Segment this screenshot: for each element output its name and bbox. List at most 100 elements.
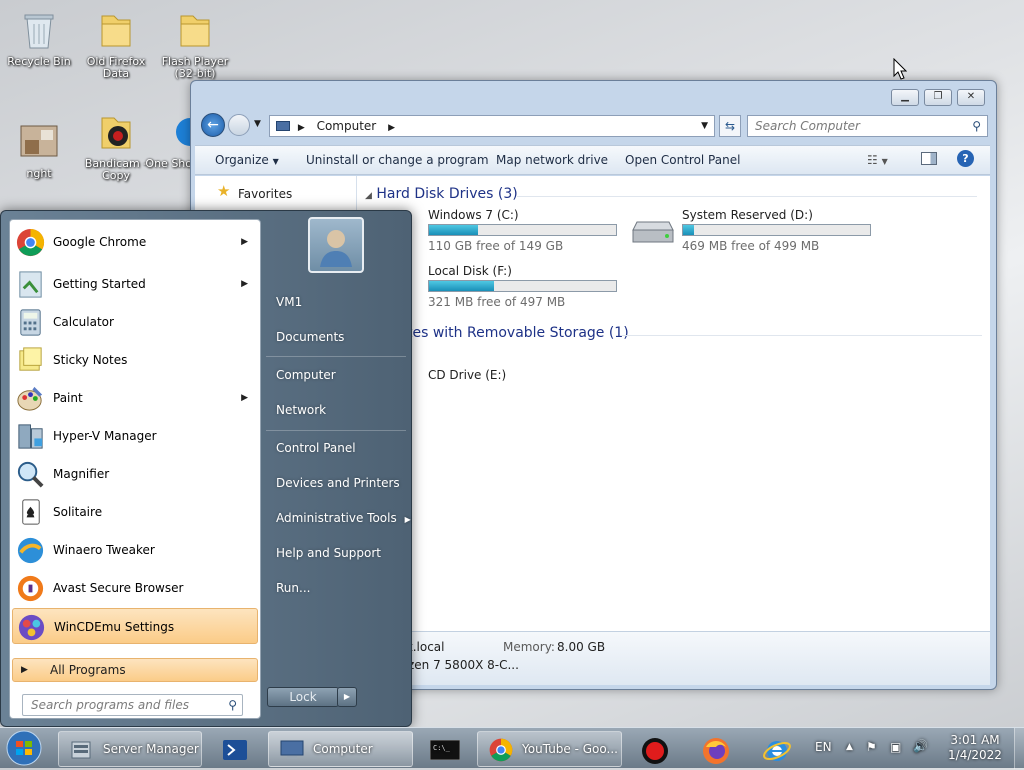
recent-pages-chevron-icon[interactable]: ▼ — [254, 119, 261, 129]
desktop-icon-recycle-bin[interactable]: Recycle Bin — [2, 8, 76, 68]
close-button[interactable]: ✕ — [957, 89, 985, 106]
desktop-icon-old-firefox-data[interactable]: Old Firefox Data — [79, 8, 153, 80]
start-button[interactable] — [4, 729, 48, 769]
all-programs-button[interactable]: ▶ All Programs — [12, 658, 258, 682]
folder-icon — [101, 117, 131, 149]
nav-favorites[interactable]: Favorites — [238, 187, 292, 201]
action-center-flag-icon[interactable]: ⚑ — [866, 740, 877, 754]
minimize-button[interactable]: ▁ — [891, 89, 919, 106]
start-item-network[interactable]: Network — [276, 403, 326, 417]
drive-usage-fill — [429, 225, 478, 235]
help-icon[interactable]: ? — [957, 150, 974, 167]
lock-button[interactable]: Lock — [267, 687, 339, 707]
volume-icon[interactable]: 🔊 — [913, 739, 928, 753]
taskbar-command-prompt[interactable]: C:\_ — [418, 731, 472, 767]
avast-browser-icon — [17, 575, 44, 602]
desktop-icon-label: One Sho — [145, 157, 192, 170]
chrome-icon — [489, 738, 513, 762]
taskbar-firefox[interactable] — [688, 731, 742, 767]
group-header-removable[interactable]: tes with Removable Storage (1) — [407, 325, 629, 341]
search-input[interactable]: Search Computer ⚲ — [747, 115, 988, 137]
program-item-wincdemu-settings[interactable]: WinCDEmu Settings — [12, 608, 258, 644]
drive-item-d[interactable]: System Reserved (D:) 469 MB free of 499 … — [627, 206, 887, 258]
group-divider — [517, 196, 977, 197]
start-search-placeholder: Search programs and files — [31, 698, 189, 712]
hyper-v-icon — [18, 424, 43, 449]
calculator-icon — [20, 309, 41, 336]
desktop-icon-nght[interactable]: nght — [2, 120, 76, 180]
address-bar[interactable]: ▶ Computer ▶ ▼ — [269, 115, 715, 137]
shutdown-options-button[interactable]: ▶ — [337, 687, 357, 707]
uninstall-program-button[interactable]: Uninstall or change a program — [306, 153, 489, 167]
recycle-bin-icon — [24, 14, 54, 49]
organize-button[interactable]: Organize ▼ — [215, 153, 279, 167]
drive-item-e[interactable]: CD Drive (E:) — [397, 366, 577, 390]
command-bar: Organize ▼ Uninstall or change a program… — [195, 145, 990, 175]
taskbar-computer[interactable]: Computer — [268, 731, 413, 767]
start-item-help-and-support[interactable]: Help and Support — [276, 546, 381, 560]
breadcrumb-chevron-icon[interactable]: ▶ — [388, 123, 395, 133]
drive-free-space: 321 MB free of 497 MB — [428, 295, 566, 309]
program-item-winaero-tweaker[interactable]: Winaero Tweaker — [12, 532, 258, 568]
program-item-sticky-notes[interactable]: Sticky Notes — [12, 342, 258, 378]
program-item-paint[interactable]: Paint ▶ — [12, 380, 258, 416]
show-desktop-button[interactable] — [1014, 728, 1024, 769]
group-header-hard-disk[interactable]: ◢ Hard Disk Drives (3) — [365, 186, 518, 202]
clock[interactable]: 3:01 AM 1/4/2022 — [940, 733, 1010, 763]
menu-divider — [266, 356, 406, 357]
refresh-button[interactable]: ⇆ — [719, 115, 741, 137]
language-indicator[interactable]: EN — [815, 740, 832, 754]
desktop-icon-flash-player[interactable]: Flash Player (32-bit) — [158, 8, 232, 80]
drive-name: Windows 7 (C:) — [428, 208, 519, 222]
start-item-administrative-tools[interactable]: Administrative Tools ▶ — [276, 511, 411, 525]
program-item-avast-secure-browser[interactable]: Avast Secure Browser — [12, 570, 258, 606]
taskbar-powershell[interactable] — [207, 731, 261, 767]
all-programs-label: All Programs — [50, 663, 126, 677]
breadcrumb-chevron-icon[interactable]: ▶ — [298, 123, 305, 133]
taskbar-bandicam[interactable] — [628, 731, 682, 767]
details-memory-label: Memory: — [503, 640, 555, 654]
window-titlebar[interactable] — [191, 81, 996, 113]
taskbar-internet-explorer[interactable] — [749, 731, 803, 767]
drive-name: Local Disk (F:) — [428, 264, 512, 278]
taskbar-youtube-chrome[interactable]: YouTube - Goo... — [477, 731, 622, 767]
group-divider — [622, 335, 982, 336]
svg-text:C:\_: C:\_ — [433, 744, 451, 752]
address-dropdown-icon[interactable]: ▼ — [701, 116, 708, 136]
taskbar-server-manager[interactable]: Server Manager — [58, 731, 202, 767]
desktop-icon-onedrive-shortcut[interactable]: One Sho — [142, 110, 192, 170]
user-avatar[interactable] — [308, 217, 364, 273]
getting-started-icon — [19, 271, 42, 298]
change-view-icon[interactable]: ☷ ▼ — [867, 153, 888, 167]
program-item-getting-started[interactable]: Getting Started ▶ — [12, 266, 258, 302]
start-item-control-panel[interactable]: Control Panel — [276, 441, 356, 455]
preview-pane-icon[interactable] — [921, 152, 937, 165]
map-network-drive-button[interactable]: Map network drive — [496, 153, 608, 167]
show-hidden-icons-icon[interactable]: ▲ — [846, 742, 853, 752]
wincdemu-icon — [18, 614, 45, 641]
start-item-devices-and-printers[interactable]: Devices and Printers — [276, 476, 400, 490]
program-item-hyper-v-manager[interactable]: Hyper-V Manager — [12, 418, 258, 454]
program-item-calculator[interactable]: Calculator — [12, 304, 258, 340]
start-item-computer[interactable]: Computer — [276, 368, 336, 382]
start-item-documents[interactable]: Documents — [276, 330, 344, 344]
start-item-run[interactable]: Run... — [276, 581, 310, 595]
computer-icon — [280, 740, 304, 759]
start-item-vm1[interactable]: VM1 — [276, 295, 302, 309]
clock-time: 3:01 AM — [950, 733, 1000, 747]
shortcut-icon — [176, 118, 192, 146]
forward-button[interactable] — [228, 114, 250, 136]
open-control-panel-button[interactable]: Open Control Panel — [625, 153, 740, 167]
drive-free-space: 469 MB free of 499 MB — [682, 239, 820, 253]
back-button[interactable]: ← — [201, 113, 225, 137]
program-item-magnifier[interactable]: Magnifier — [12, 456, 258, 492]
breadcrumb[interactable]: Computer — [317, 119, 377, 133]
program-item-solitaire[interactable]: Solitaire — [12, 494, 258, 530]
drive-usage-fill — [683, 225, 695, 235]
start-search-input[interactable]: Search programs and files ⚲ — [22, 694, 243, 716]
network-icon[interactable]: ▣ — [890, 740, 901, 754]
chevron-right-icon: ▶ — [343, 692, 351, 701]
program-item-google-chrome[interactable]: Google Chrome ▶ — [12, 224, 258, 260]
restore-button[interactable]: ❐ — [924, 89, 952, 106]
program-label: Getting Started — [53, 277, 146, 291]
